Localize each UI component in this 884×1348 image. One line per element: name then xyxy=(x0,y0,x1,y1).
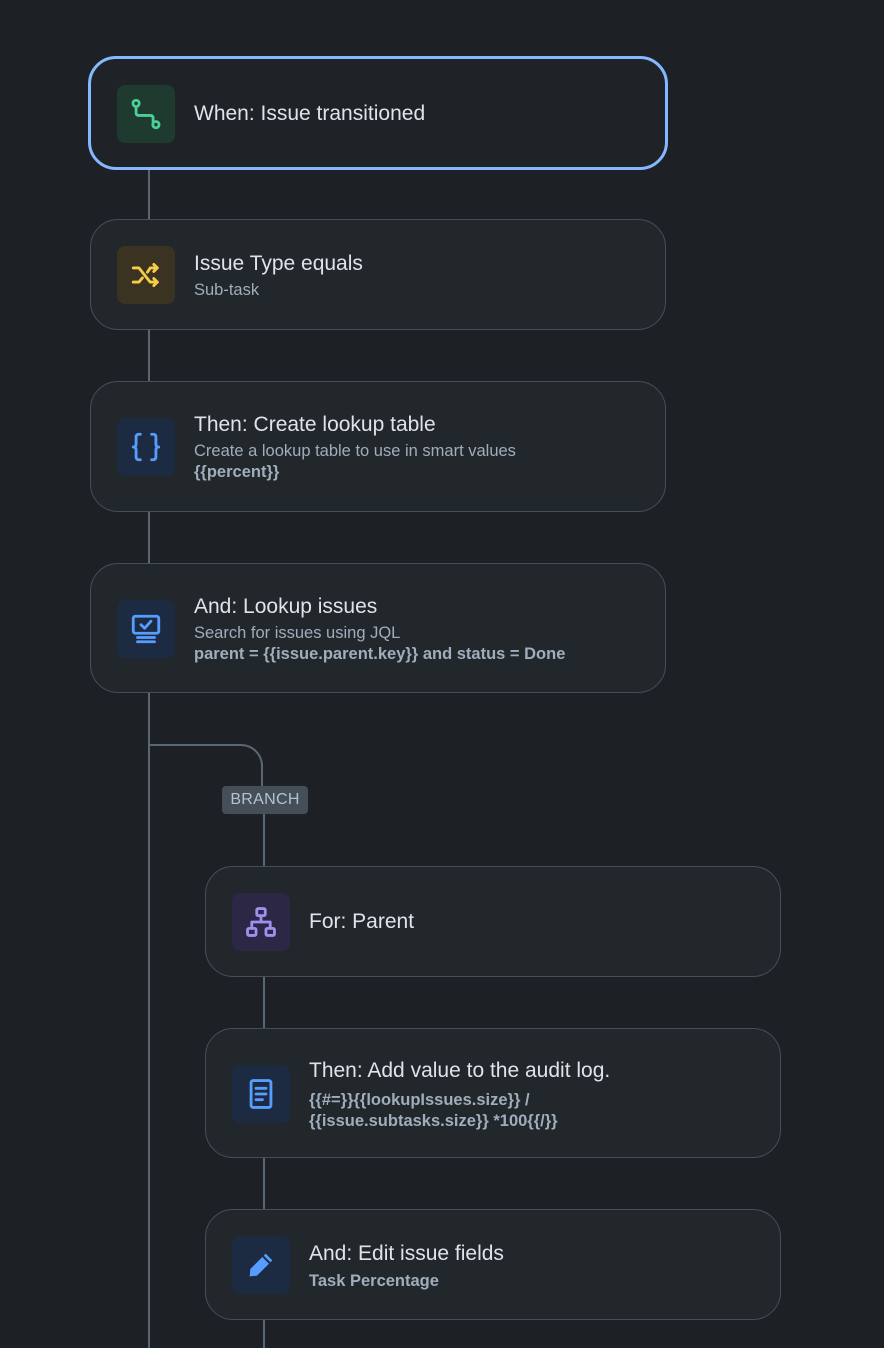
create-lookup-icon-box xyxy=(117,418,175,476)
condition-icon-box xyxy=(117,246,175,304)
trigger-icon-box xyxy=(117,85,175,143)
create-lookup-title: Then: Create lookup table xyxy=(194,413,436,436)
edit-issue-icon-box xyxy=(232,1236,290,1294)
condition-title: Issue Type equals xyxy=(194,252,363,275)
transition-icon xyxy=(131,98,161,130)
trigger-card[interactable]: When: Issue transitioned xyxy=(88,56,668,170)
create-lookup-table-card[interactable]: Then: Create lookup table Create a looku… xyxy=(90,381,666,512)
curly-braces-icon xyxy=(131,432,161,462)
hierarchy-icon xyxy=(246,907,276,937)
audit-log-card[interactable]: Then: Add value to the audit log. {{#=}}… xyxy=(205,1028,781,1158)
branch-connector-curve xyxy=(149,744,263,786)
edit-issue-fields-card[interactable]: And: Edit issue fields Task Percentage xyxy=(205,1209,781,1320)
trigger-title: When: Issue transitioned xyxy=(194,102,426,125)
create-lookup-subtitle: Create a lookup table to use in smart va… xyxy=(194,442,516,460)
edit-issue-title: And: Edit issue fields xyxy=(309,1242,504,1265)
pencil-icon xyxy=(249,1253,273,1277)
lookup-monitor-icon xyxy=(131,614,161,644)
create-lookup-code: {{percent}} xyxy=(194,463,280,481)
lookup-issues-jql: parent = {{issue.parent.key}} and status… xyxy=(194,645,566,663)
edit-issue-field-name: Task Percentage xyxy=(309,1272,439,1290)
lookup-issues-title: And: Lookup issues xyxy=(194,595,378,618)
condition-card[interactable]: Issue Type equals Sub-task xyxy=(90,219,666,330)
audit-log-title: Then: Add value to the audit log. xyxy=(309,1059,611,1082)
lookup-issues-icon-box xyxy=(117,600,175,658)
lookup-issues-subtitle: Search for issues using JQL xyxy=(194,624,401,642)
lookup-issues-card[interactable]: And: Lookup issues Search for issues usi… xyxy=(90,563,666,693)
audit-log-icon-box xyxy=(232,1065,290,1123)
for-parent-title: For: Parent xyxy=(309,910,415,933)
for-parent-icon-box xyxy=(232,893,290,951)
branch-label: BRANCH xyxy=(222,786,308,814)
shuffle-icon xyxy=(131,262,159,288)
condition-subtitle: Sub-task xyxy=(194,281,260,299)
document-icon xyxy=(249,1079,273,1109)
for-parent-card[interactable]: For: Parent xyxy=(205,866,781,977)
audit-log-code-line2: {{issue.subtasks.size}} *100{{/}} xyxy=(309,1112,558,1130)
audit-log-code-line1: {{#=}}{{lookupIssues.size}} / xyxy=(309,1091,530,1109)
